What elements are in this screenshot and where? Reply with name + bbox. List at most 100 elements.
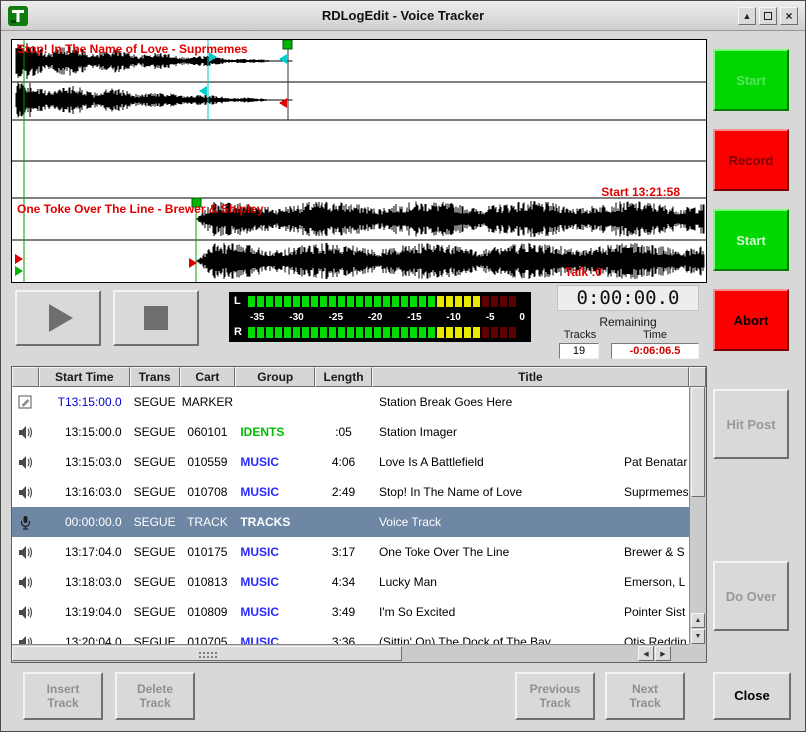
horizontal-scrollbar-thumb[interactable] [12,646,402,661]
meter-segment [410,327,417,338]
col-header-start-time[interactable]: Start Time [39,367,130,387]
titlebar[interactable]: RDLogEdit - Voice Tracker ▲ × [1,1,805,31]
log-row[interactable]: 13:18:03.0SEGUE010813MUSIC4:34Lucky ManE… [12,567,689,597]
meter-segment [320,296,327,307]
meter-segment [437,327,444,338]
meter-scale-label: -10 [446,312,460,323]
title-text: Voice Track [379,515,441,529]
maximize-window-button[interactable] [759,7,777,25]
insert-track-label-2: Track [47,696,78,710]
meter-segment [482,327,489,338]
col-header-spacer [689,367,706,387]
log-row[interactable]: 13:17:04.0SEGUE010175MUSIC3:17One Toke O… [12,537,689,567]
cell-group: MUSIC [235,605,315,619]
marker-icon [12,395,39,410]
cell-start-time: 13:16:03.0 [39,485,130,499]
voice-tracker-window: RDLogEdit - Voice Tracker ▲ × Stop! In T… [0,0,806,732]
hit-post-button[interactable]: Hit Post [713,389,789,459]
close-button[interactable]: Close [713,672,791,720]
meter-segment [464,327,471,338]
log-row[interactable]: T13:15:00.0SEGUEMARKERStation Break Goes… [12,387,689,417]
meter-segment [383,327,390,338]
title-text: Station Break Goes Here [379,395,512,409]
delete-track-button[interactable]: Delete Track [115,672,195,720]
speaker-icon [12,455,39,470]
remaining-time-label: Time [625,329,685,341]
insert-track-button[interactable]: Insert Track [23,672,103,720]
title-text: Love Is A Battlefield [379,455,484,469]
meter-segment [257,296,264,307]
cell-length: 4:34 [315,575,372,589]
cell-start-time: 13:17:04.0 [39,545,130,559]
next-track-button[interactable]: Next Track [605,672,685,720]
scroll-right-button[interactable]: ▶ [655,646,671,661]
scroll-left-button[interactable]: ◀ [638,646,654,661]
meter-scale-label: -35 [250,312,264,323]
cell-trans: SEGUE [130,545,180,559]
previous-track-button[interactable]: Previous Track [515,672,595,720]
waveform-display[interactable] [12,40,706,282]
col-header-icon[interactable] [12,367,39,387]
meter-right-segments [248,327,526,338]
cell-cart: 060101 [180,425,236,439]
log-table: Start Time Trans Cart Group Length Title… [11,366,707,663]
cell-title: Love Is A BattlefieldPat Benatar [372,455,689,469]
col-header-cart[interactable]: Cart [180,367,236,387]
shade-window-button[interactable]: ▲ [738,7,756,25]
cell-trans: SEGUE [130,605,180,619]
col-header-trans[interactable]: Trans [130,367,180,387]
cell-title: Voice Track [372,515,689,529]
abort-button[interactable]: Abort [713,289,789,351]
vertical-scrollbar-thumb[interactable] [691,387,705,497]
log-row[interactable]: 13:16:03.0SEGUE010708MUSIC2:49Stop! In T… [12,477,689,507]
cell-title: I'm So ExcitedPointer Sist [372,605,689,619]
col-header-title[interactable]: Title [372,367,689,387]
cell-cart: 010813 [180,575,236,589]
speaker-icon [12,545,39,560]
meter-segment [311,296,318,307]
meter-segment [392,296,399,307]
log-row-selected[interactable]: 00:00:00.0SEGUETRACKTRACKSVoice Track [12,507,689,537]
meter-segment [419,327,426,338]
cell-group: MUSIC [235,455,315,469]
do-over-button[interactable]: Do Over [713,561,789,631]
meter-segment [320,327,327,338]
log-row[interactable]: 13:15:00.0SEGUE060101IDENTS:05Station Im… [12,417,689,447]
record-button[interactable]: Record [713,129,789,191]
log-table-header: Start Time Trans Cart Group Length Title [12,367,706,387]
play-icon [49,304,73,332]
meter-segment [455,327,462,338]
meter-segment [446,327,453,338]
close-window-button[interactable]: × [780,7,798,25]
title-text: Station Imager [379,425,457,439]
col-header-length[interactable]: Length [315,367,372,387]
cell-start-time: 13:15:03.0 [39,455,130,469]
cell-length: 3:36 [315,635,372,644]
meter-segment [284,296,291,307]
waveform-panel[interactable]: Stop! In The Name of Love - Suprmemes St… [11,39,707,283]
meter-segment [257,327,264,338]
remaining-tracks-value: 19 [559,343,599,359]
start-track2-button[interactable]: Start [713,209,789,271]
cell-cart: 010809 [180,605,236,619]
title-text: Stop! In The Name of Love [379,485,522,499]
log-row[interactable]: 13:20:04.0SEGUE010705MUSIC3:36(Sittin' O… [12,627,689,644]
cell-trans: SEGUE [130,485,180,499]
start-track1-button[interactable]: Start [713,49,789,111]
meter-segment [401,296,408,307]
vertical-scrollbar[interactable]: ▲ ▼ [689,387,706,644]
horizontal-scrollbar[interactable]: ◀ ▶ [12,644,689,662]
log-row[interactable]: 13:19:04.0SEGUE010809MUSIC3:49I'm So Exc… [12,597,689,627]
play-button[interactable] [15,290,101,346]
stop-button[interactable] [113,290,199,346]
scrollbar-corner [689,644,706,662]
scroll-down-button[interactable]: ▼ [691,629,705,644]
artist-text: Pointer Sist [624,605,685,619]
cell-length: :05 [315,425,372,439]
scroll-up-button[interactable]: ▲ [691,613,705,628]
artist-text: Suprmemes [624,485,689,499]
log-row[interactable]: 13:15:03.0SEGUE010559MUSIC4:06Love Is A … [12,447,689,477]
col-header-group[interactable]: Group [235,367,315,387]
cell-length: 3:17 [315,545,372,559]
artist-text: Otis Reddin [624,635,687,644]
